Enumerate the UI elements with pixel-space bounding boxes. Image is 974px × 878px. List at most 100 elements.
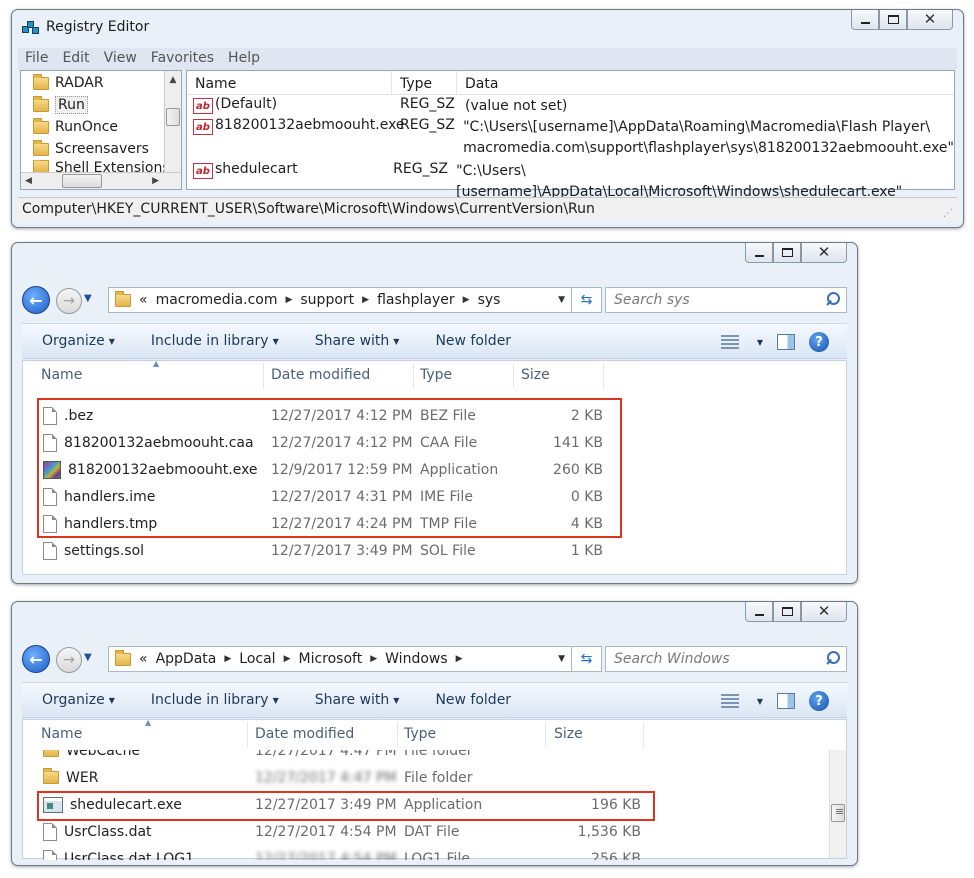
breadcrumb-chevron-icon[interactable]: ▶ <box>284 654 291 664</box>
share-with-button[interactable]: Share with ▼ <box>297 333 418 349</box>
tree-vertical-scrollbar[interactable]: ▲ <box>164 71 181 172</box>
column-header-name[interactable]: Name <box>41 726 82 742</box>
file-row[interactable]: WER 12/27/2017 4:47 PM File folder <box>43 764 651 791</box>
file-row[interactable]: UsrClass.dat 12/27/2017 4:54 PM DAT File… <box>43 818 651 845</box>
address-overflow-icon[interactable]: « <box>139 292 148 308</box>
minimize-button[interactable] <box>745 602 773 622</box>
search-input[interactable]: Search Windows <box>614 651 730 667</box>
breadcrumb-item[interactable]: flashplayer <box>377 292 455 308</box>
forward-button[interactable]: → <box>56 288 82 314</box>
organize-button[interactable]: Organize ▼ <box>22 333 133 349</box>
folder-icon <box>115 290 131 307</box>
breadcrumb-item[interactable]: Windows <box>385 651 448 667</box>
back-button[interactable]: ← <box>22 645 50 673</box>
scroll-thumb[interactable] <box>831 804 845 822</box>
column-header-date[interactable]: Date modified <box>271 367 370 383</box>
change-view-icon[interactable] <box>720 694 739 708</box>
close-button[interactable]: ✕ <box>801 602 847 622</box>
menu-help[interactable]: Help <box>221 48 267 70</box>
tree-item-shell-extensions[interactable]: Shell Extensions <box>21 160 164 172</box>
breadcrumb-chevron-icon[interactable]: ▶ <box>224 654 231 664</box>
tree-horizontal-scrollbar[interactable]: ◀ ▶ <box>21 172 181 189</box>
tree-item-screensavers[interactable]: Screensavers <box>21 138 164 160</box>
new-folder-button[interactable]: New folder <box>417 692 529 708</box>
column-header-size[interactable]: Size <box>521 367 550 383</box>
breadcrumb-chevron-icon[interactable]: ▶ <box>463 295 470 305</box>
refresh-button[interactable]: ⇆ <box>572 646 602 672</box>
column-header-type[interactable]: Type <box>404 726 436 742</box>
value-row[interactable]: ab (Default) REG_SZ (value not set) <box>187 96 954 117</box>
search-icon[interactable] <box>826 292 840 306</box>
close-button[interactable]: ✕ <box>907 10 953 30</box>
file-list-vertical-scrollbar[interactable] <box>829 750 846 858</box>
back-button[interactable]: ← <box>22 286 50 314</box>
value-row[interactable]: ab 818200132aebmoouht.exe REG_SZ "C:\User… <box>187 117 954 159</box>
minimize-button[interactable] <box>851 10 879 30</box>
column-header-size[interactable]: Size <box>554 726 583 742</box>
address-dropdown-icon[interactable]: ▼ <box>558 654 565 664</box>
breadcrumb-item[interactable]: Local <box>239 651 275 667</box>
help-icon[interactable]: ? <box>809 332 829 352</box>
maximize-button[interactable] <box>773 602 801 622</box>
column-header-date[interactable]: Date modified <box>255 726 354 742</box>
tree-item-runonce[interactable]: RunOnce <box>21 116 164 138</box>
address-bar[interactable]: « macromedia.com ▶ support ▶ flashplayer ▶ … <box>108 287 572 313</box>
forward-button[interactable]: → <box>56 647 82 673</box>
breadcrumb-item[interactable]: support <box>300 292 354 308</box>
tree-item-run[interactable]: Run <box>21 94 164 116</box>
address-bar[interactable]: « AppData ▶ Local ▶ Microsoft ▶ Windows ▶ ▼ <box>108 646 572 672</box>
breadcrumb-chevron-icon[interactable]: ▶ <box>456 654 463 664</box>
file-row[interactable]: settings.sol 12/27/2017 3:49 PM SOL File… <box>43 537 613 564</box>
help-icon[interactable]: ? <box>809 691 829 711</box>
menu-file[interactable]: File <box>18 48 55 70</box>
search-box[interactable]: Search Windows <box>605 646 847 672</box>
breadcrumb-item[interactable]: Microsoft <box>299 651 363 667</box>
resize-grip-icon[interactable]: ⋰ <box>943 208 953 219</box>
column-header-type[interactable]: Type <box>392 71 457 94</box>
column-header-name[interactable]: Name <box>187 71 392 94</box>
maximize-button[interactable] <box>773 243 801 263</box>
recent-pages-dropdown-icon[interactable]: ▼ <box>84 293 92 304</box>
breadcrumb-item[interactable]: sys <box>478 292 501 308</box>
file-row[interactable]: WebCache 12/27/2017 4:47 PM File folder <box>43 750 651 764</box>
preview-pane-icon[interactable] <box>777 693 795 709</box>
breadcrumb-chevron-icon[interactable]: ▶ <box>362 295 369 305</box>
recent-pages-dropdown-icon[interactable]: ▼ <box>84 652 92 663</box>
new-folder-button[interactable]: New folder <box>417 333 529 349</box>
menu-view[interactable]: View <box>97 48 144 70</box>
address-overflow-icon[interactable]: « <box>139 651 148 667</box>
breadcrumb-chevron-icon[interactable]: ▶ <box>285 295 292 305</box>
breadcrumb-chevron-icon[interactable]: ▶ <box>370 654 377 664</box>
change-view-icon[interactable] <box>720 335 739 349</box>
menu-favorites[interactable]: Favorites <box>144 48 221 70</box>
minimize-button[interactable] <box>745 243 773 263</box>
view-options-chevron-icon[interactable]: ▼ <box>757 338 763 347</box>
preview-pane-icon[interactable] <box>777 334 795 350</box>
address-dropdown-icon[interactable]: ▼ <box>558 295 565 305</box>
scroll-left-arrow-icon[interactable]: ◀ <box>21 176 32 186</box>
search-icon[interactable] <box>826 651 840 665</box>
column-header-type[interactable]: Type <box>420 367 452 383</box>
include-in-library-button[interactable]: Include in library ▼ <box>133 692 297 708</box>
search-input[interactable]: Search sys <box>614 292 690 308</box>
breadcrumb-item[interactable]: macromedia.com <box>156 292 278 308</box>
close-button[interactable]: ✕ <box>801 243 847 263</box>
chevron-down-icon: ▼ <box>272 336 279 346</box>
column-header-data[interactable]: Data <box>457 71 954 94</box>
file-row[interactable]: UsrClass.dat.LOG1 12/27/2017 4:54 PM LOG… <box>43 845 651 860</box>
scroll-thumb[interactable] <box>166 108 180 126</box>
scroll-up-arrow-icon[interactable]: ▲ <box>165 71 181 88</box>
menu-edit[interactable]: Edit <box>55 48 96 70</box>
include-in-library-button[interactable]: Include in library ▼ <box>133 333 297 349</box>
refresh-button[interactable]: ⇆ <box>572 287 602 313</box>
breadcrumb-item[interactable]: AppData <box>156 651 217 667</box>
column-header-name[interactable]: Name <box>41 367 82 383</box>
search-box[interactable]: Search sys <box>605 287 847 313</box>
view-options-chevron-icon[interactable]: ▼ <box>757 697 763 706</box>
share-with-button[interactable]: Share with ▼ <box>297 692 418 708</box>
scroll-thumb[interactable] <box>61 174 102 188</box>
organize-button[interactable]: Organize ▼ <box>22 692 133 708</box>
tree-item-radar[interactable]: RADAR <box>21 72 164 94</box>
maximize-button[interactable] <box>879 10 907 30</box>
scroll-right-arrow-icon[interactable]: ▶ <box>152 176 181 186</box>
